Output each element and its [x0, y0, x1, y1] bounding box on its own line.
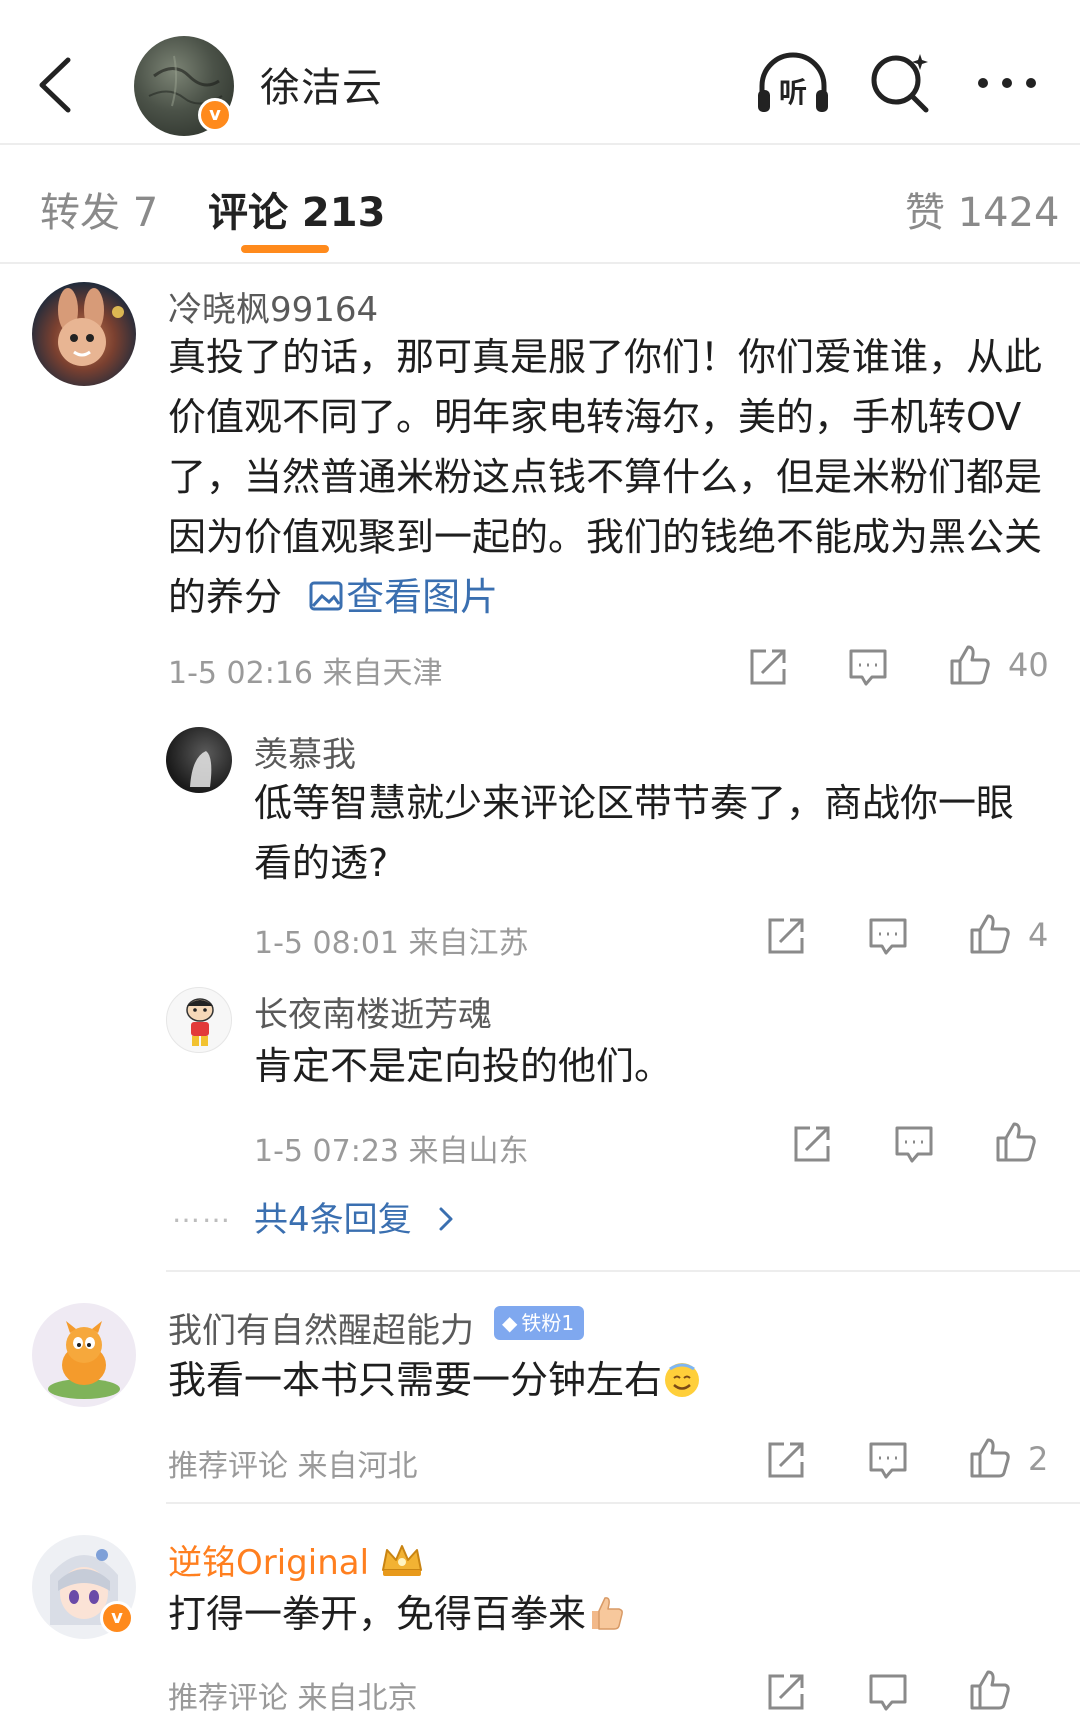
comment-text: 打得一拳开，免得百拳来 [168, 1584, 1048, 1644]
reply-text: 肯定不是定向投的他们。 [254, 1044, 673, 1088]
image-icon [309, 581, 343, 611]
silhouette-avatar-icon [190, 751, 212, 787]
comment-icon[interactable] [892, 1122, 936, 1166]
thumbs-up-emoji-icon [592, 1597, 623, 1630]
verified-badge-icon: v [100, 1601, 134, 1635]
username-label: 逆铭Original [168, 1543, 370, 1583]
comment-icon[interactable] [846, 645, 890, 689]
svg-text:听: 听 [779, 76, 807, 109]
like-icon[interactable] [948, 643, 992, 687]
comment-meta: 1-5 02:16 来自天津 [168, 656, 443, 691]
avatar[interactable] [32, 282, 136, 386]
reply-meta: 1-5 07:23 来自山东 [254, 1134, 529, 1169]
comment-username[interactable]: 冷晓枫99164 [168, 282, 378, 331]
comment-body: 我看一本书只需要一分钟左右 [168, 1358, 663, 1402]
cartoon-boy-avatar-icon [186, 998, 214, 1046]
page-title[interactable]: 徐洁云 [260, 55, 383, 113]
avatar[interactable] [32, 1303, 136, 1407]
more-options-icon[interactable] [975, 60, 1039, 106]
back-arrow-icon[interactable] [30, 50, 78, 120]
like-count: 4 [1028, 916, 1049, 954]
active-tab-indicator [241, 245, 329, 253]
comment-body: 打得一拳开，免得百拳来 [168, 1592, 587, 1636]
comment-icon[interactable] [866, 1438, 910, 1482]
divider [0, 262, 1080, 264]
search-icon[interactable] [868, 50, 934, 116]
share-icon[interactable] [790, 1122, 834, 1166]
diamond-icon: ◆ [502, 1311, 518, 1335]
tab-comments[interactable]: 评论 213 [208, 180, 385, 238]
reply-username[interactable]: 长夜南楼逝芳魂 [254, 987, 492, 1036]
tab-likes[interactable]: 赞 1424 [905, 180, 1060, 238]
top-bar: v 徐洁云 听 [0, 0, 1080, 143]
tab-repost[interactable]: 转发 7 [40, 180, 158, 238]
reply-text: 低等智慧就少来评论区带节奏了，商战你一眼看的透? [254, 781, 1015, 885]
like-count: 40 [1008, 646, 1049, 684]
like-icon[interactable] [968, 1668, 1012, 1712]
avatar[interactable] [166, 727, 232, 793]
view-more-replies-link[interactable]: 共4条回复 [254, 1192, 458, 1241]
comment-text: 我看一本书只需要一分钟左右 [168, 1350, 1048, 1410]
divider [166, 1270, 1080, 1272]
share-icon[interactable] [764, 1670, 808, 1714]
like-icon[interactable] [994, 1120, 1038, 1164]
like-icon[interactable] [968, 912, 1012, 956]
divider [166, 1502, 1080, 1504]
divider [0, 143, 1080, 145]
cat-avatar-icon [48, 1321, 120, 1399]
comment-meta: 推荐评论 来自北京 [168, 1681, 418, 1716]
reply-username[interactable]: 羡慕我 [254, 727, 356, 776]
reply-meta: 1-5 08:01 来自江苏 [254, 926, 529, 961]
view-image-label: 查看图片 [346, 575, 499, 619]
share-icon[interactable] [764, 1438, 808, 1482]
comment-username[interactable]: 逆铭Original [168, 1535, 425, 1584]
listen-icon[interactable]: 听 [754, 50, 832, 116]
fan-badge-label: 铁粉1 [521, 1311, 575, 1335]
comment-icon[interactable] [866, 1670, 910, 1714]
verified-badge-icon: v [198, 98, 232, 132]
like-count: 2 [1028, 1440, 1049, 1478]
avatar[interactable] [166, 987, 232, 1053]
like-icon[interactable] [968, 1436, 1012, 1480]
share-icon[interactable] [764, 914, 808, 958]
more-replies-label: 共4条回复 [254, 1200, 412, 1240]
comment-icon[interactable] [866, 914, 910, 958]
crown-badge-icon [382, 1545, 423, 1576]
smiling-face-emoji-icon [665, 1363, 700, 1397]
comment-meta: 推荐评论 来自河北 [168, 1449, 418, 1484]
chevron-right-icon [439, 1207, 453, 1231]
replies-dots: …… [172, 1196, 232, 1229]
bunny-avatar-icon [58, 288, 124, 366]
share-icon[interactable] [746, 645, 790, 689]
view-image-link[interactable]: 查看图片 [294, 575, 498, 619]
fan-badge: ◆ 铁粉1 [494, 1306, 585, 1340]
comment-username[interactable]: 我们有自然醒超能力 [168, 1303, 474, 1352]
comment-text: 真投了的话，那可真是服了你们！你们爱谁谁，从此价值观不同了。明年家电转海尔，美的… [168, 327, 1048, 627]
